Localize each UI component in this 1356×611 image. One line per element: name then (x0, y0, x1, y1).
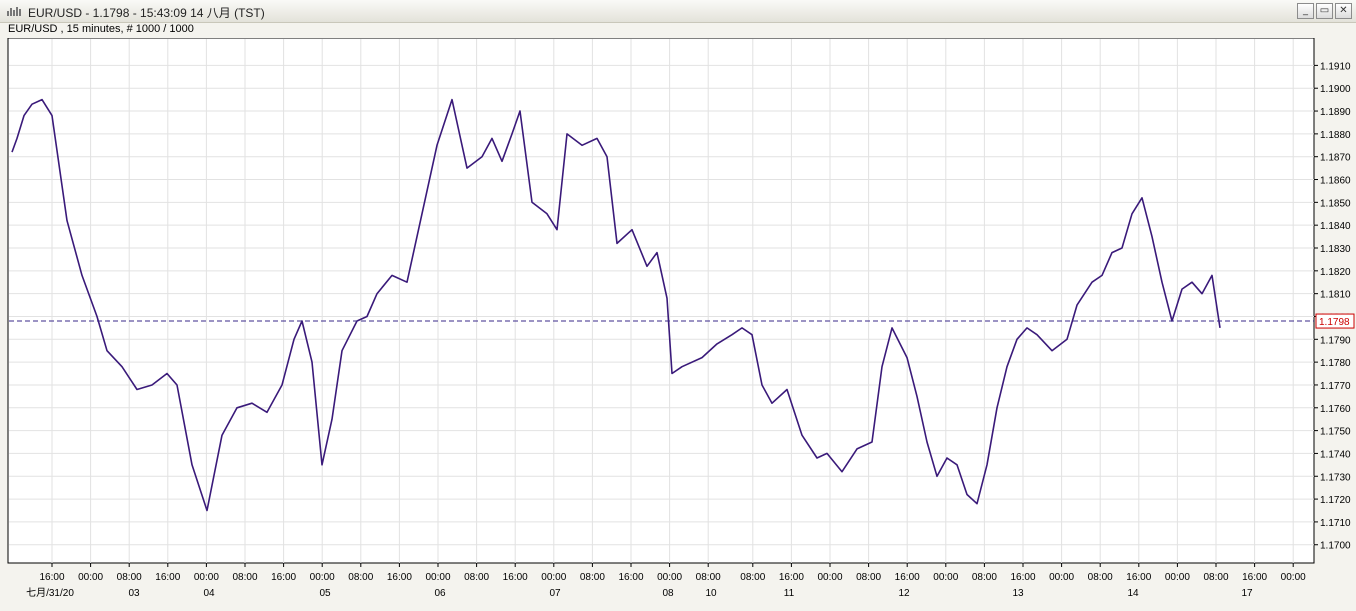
y-tick-label: 1.1700 (1320, 541, 1351, 552)
x-tick-label: 08:00 (856, 572, 881, 583)
x-tick-label: 00:00 (933, 572, 958, 583)
x-tick-label: 16:00 (618, 572, 643, 583)
date-label: 07 (549, 588, 561, 599)
x-tick-label: 00:00 (817, 572, 842, 583)
x-tick-label: 08:00 (117, 572, 142, 583)
date-label: 12 (898, 588, 910, 599)
x-tick-label: 16:00 (155, 572, 180, 583)
date-label: 03 (128, 588, 140, 599)
current-price-label: 1.1798 (1319, 317, 1350, 328)
x-tick-label: 08:00 (348, 572, 373, 583)
date-label: 14 (1127, 588, 1139, 599)
y-tick-label: 1.1720 (1320, 495, 1351, 506)
x-tick-label: 08:00 (740, 572, 765, 583)
x-tick-label: 00:00 (1165, 572, 1190, 583)
y-tick-label: 1.1910 (1320, 61, 1351, 72)
x-tick-label: 00:00 (1049, 572, 1074, 583)
x-tick-label: 00:00 (1281, 572, 1306, 583)
x-tick-label: 16:00 (1242, 572, 1267, 583)
y-tick-label: 1.1780 (1320, 358, 1351, 369)
y-tick-label: 1.1730 (1320, 472, 1351, 483)
y-tick-label: 1.1840 (1320, 221, 1351, 232)
x-tick-label: 00:00 (78, 572, 103, 583)
y-tick-label: 1.1850 (1320, 198, 1351, 209)
date-label: 06 (434, 588, 446, 599)
x-tick-label: 00:00 (310, 572, 335, 583)
x-tick-label: 16:00 (779, 572, 804, 583)
x-tick-label: 00:00 (425, 572, 450, 583)
price-chart[interactable]: 1.1700 1.1710 1.1720 1.1730 1.1740 1.1750 1.17… (0, 38, 1356, 611)
x-tick-label: 08:00 (696, 572, 721, 583)
date-label: 10 (705, 588, 717, 599)
title-bar[interactable]: EUR/USD - 1.1798 - 15:43:09 14 八月 (TST) … (0, 0, 1356, 23)
x-tick-label: 16:00 (895, 572, 920, 583)
x-tick-label: 00:00 (541, 572, 566, 583)
x-tick-label: 16:00 (503, 572, 528, 583)
date-label: 05 (319, 588, 331, 599)
date-label: 17 (1241, 588, 1253, 599)
y-tick-label: 1.1820 (1320, 267, 1351, 278)
y-tick-label: 1.1750 (1320, 427, 1351, 438)
close-icon[interactable]: ✕ (1335, 3, 1352, 19)
x-tick-label: 08:00 (972, 572, 997, 583)
plot-area (7, 38, 1315, 564)
date-label: 七月/31/20 (26, 587, 74, 599)
date-label: 08 (662, 588, 674, 599)
x-tick-label: 08:00 (1203, 572, 1228, 583)
date-label: 11 (784, 588, 795, 599)
y-tick-label: 1.1760 (1320, 404, 1351, 415)
y-tick-label: 1.1870 (1320, 153, 1351, 164)
x-axis: 16:00 00:00 08:00 16:00 00:00 08:00 16:00 00:00… (26, 563, 1306, 599)
y-tick-label: 1.1830 (1320, 244, 1351, 255)
x-tick-label: 08:00 (580, 572, 605, 583)
window-title: EUR/USD - 1.1798 - 15:43:09 14 八月 (TST) (28, 6, 265, 20)
minimize-icon[interactable]: _ (1297, 3, 1314, 19)
x-tick-label: 16:00 (39, 572, 64, 583)
date-label: 04 (203, 588, 215, 599)
y-tick-label: 1.1790 (1320, 335, 1351, 346)
y-axis: 1.1700 1.1710 1.1720 1.1730 1.1740 1.1750 1.17… (1314, 61, 1351, 552)
y-tick-label: 1.1710 (1320, 518, 1351, 529)
x-tick-label: 16:00 (1010, 572, 1035, 583)
chart-header: EUR/USD , 15 minutes, # 1000 / 1000 (8, 23, 194, 35)
x-tick-label: 16:00 (271, 572, 296, 583)
y-tick-label: 1.1880 (1320, 130, 1351, 141)
x-tick-label: 00:00 (657, 572, 682, 583)
y-tick-label: 1.1900 (1320, 84, 1351, 95)
chart-window: EUR/USD - 1.1798 - 15:43:09 14 八月 (TST) … (0, 0, 1356, 611)
chart-app-icon (7, 7, 21, 16)
y-tick-label: 1.1770 (1320, 381, 1351, 392)
date-label: 13 (1012, 588, 1024, 599)
x-tick-label: 16:00 (387, 572, 412, 583)
x-tick-label: 00:00 (194, 572, 219, 583)
window-controls: _ ▭ ✕ (1297, 3, 1352, 19)
y-tick-label: 1.1740 (1320, 449, 1351, 460)
x-tick-label: 08:00 (1088, 572, 1113, 583)
y-tick-label: 1.1890 (1320, 107, 1351, 118)
y-tick-label: 1.1860 (1320, 176, 1351, 187)
restore-icon[interactable]: ▭ (1316, 3, 1333, 19)
x-tick-label: 08:00 (464, 572, 489, 583)
x-tick-label: 08:00 (232, 572, 257, 583)
x-tick-label: 16:00 (1126, 572, 1151, 583)
y-tick-label: 1.1810 (1320, 290, 1351, 301)
